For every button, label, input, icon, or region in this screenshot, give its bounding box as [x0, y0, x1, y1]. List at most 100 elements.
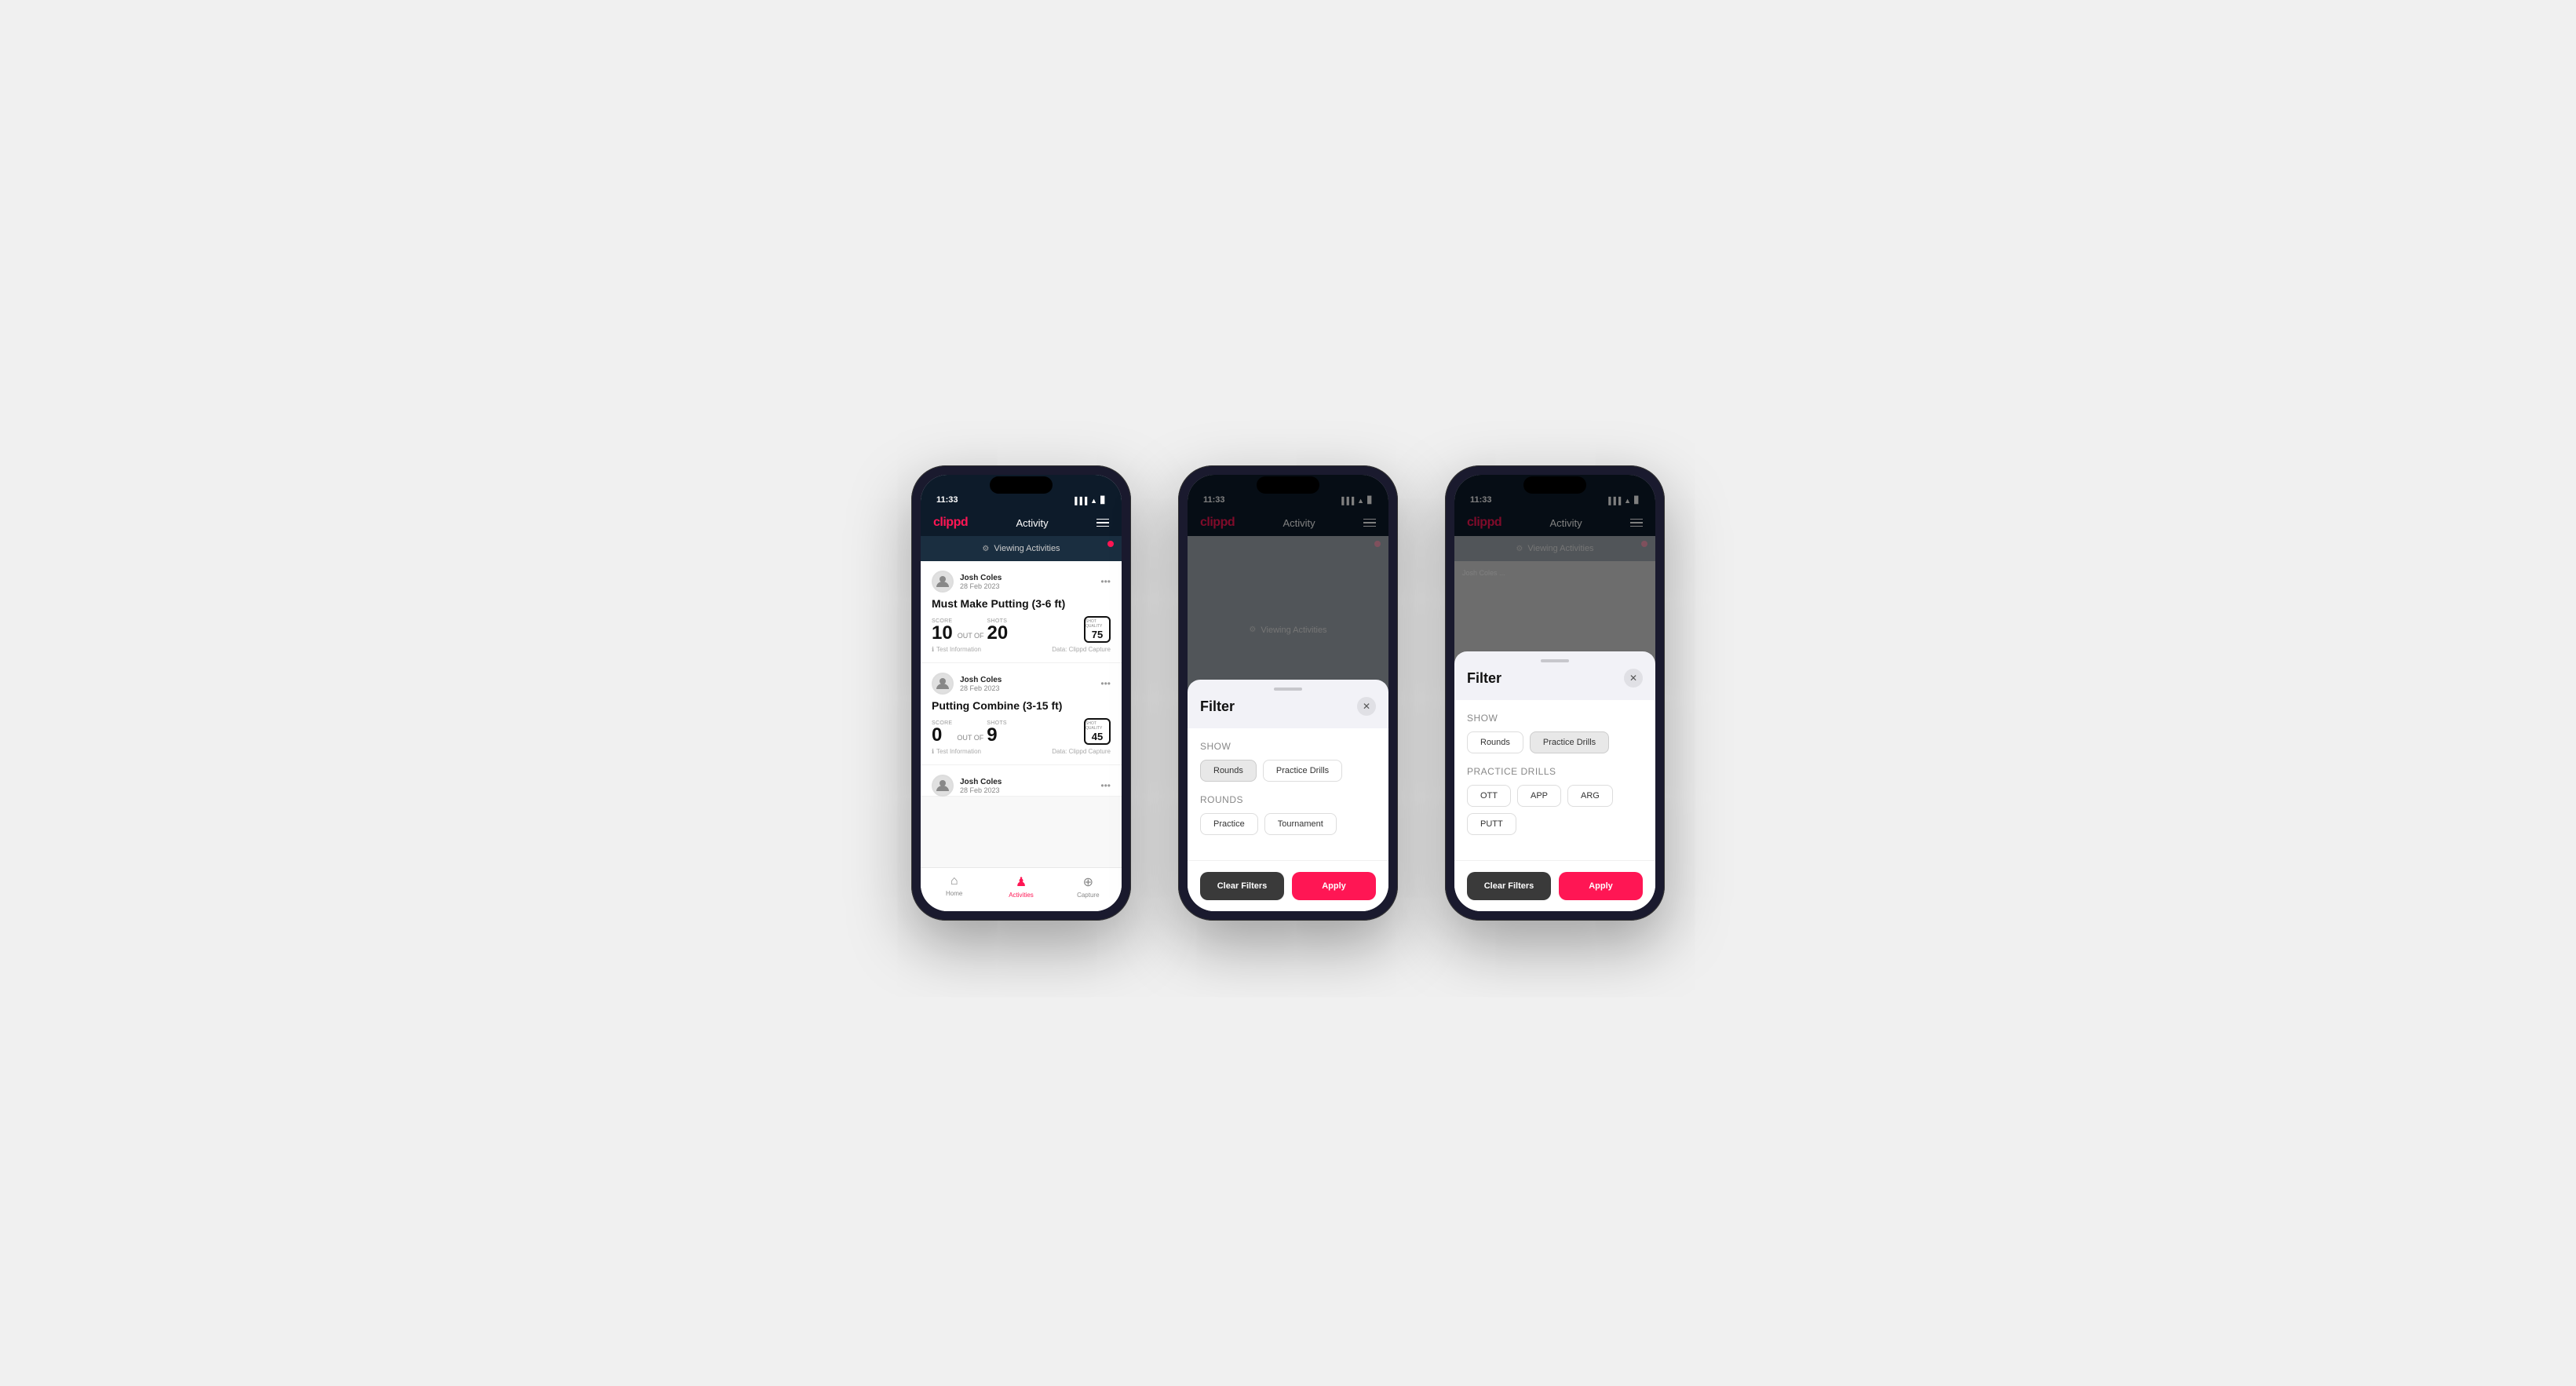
status-icons-1: ▐▐▐ ▲ ▊	[1072, 496, 1106, 505]
chip-practice-2[interactable]: Practice	[1200, 813, 1258, 835]
phone-2: 11:33 ▐▐▐ ▲ ▊ clippd Activity ⚙ Viewing …	[1178, 465, 1398, 921]
activity-card-3[interactable]: Josh Coles 28 Feb 2023 •••	[921, 765, 1122, 797]
phone-2-screen: 11:33 ▐▐▐ ▲ ▊ clippd Activity ⚙ Viewing …	[1188, 475, 1388, 911]
filter-title-3: Filter	[1467, 670, 1501, 687]
sq-label-1: Shot Quality	[1085, 619, 1109, 629]
activities-icon-1: ♟	[1016, 874, 1027, 890]
tab-home-1[interactable]: ⌂ Home	[921, 874, 987, 899]
chip-rounds-2[interactable]: Rounds	[1200, 760, 1257, 782]
more-dots-1[interactable]: •••	[1100, 576, 1111, 587]
chip-practice-drills-2[interactable]: Practice Drills	[1263, 760, 1342, 782]
chip-putt-3[interactable]: PUTT	[1467, 813, 1516, 835]
shots-value-2: 9	[987, 726, 1007, 745]
filter-header-3: Filter ✕	[1454, 666, 1655, 700]
data-source-1: Data: Clippd Capture	[1052, 646, 1111, 653]
filter-handle-bar-3	[1541, 659, 1569, 662]
drills-chips-3: OTT APP ARG PUTT	[1467, 785, 1643, 835]
phone-3: 11:33 ▐▐▐ ▲ ▊ clippd Activity ⚙ Viewing …	[1445, 465, 1665, 921]
filter-footer-3: Clear Filters Apply	[1454, 860, 1655, 911]
activity-title-1: Must Make Putting (3-6 ft)	[932, 597, 1111, 610]
filter-close-2[interactable]: ✕	[1357, 697, 1376, 716]
filter-body-2: Show Rounds Practice Drills Rounds Pract…	[1188, 728, 1388, 860]
notification-dot-1	[1107, 541, 1114, 547]
more-dots-2[interactable]: •••	[1100, 678, 1111, 689]
filter-close-3[interactable]: ✕	[1624, 669, 1643, 688]
activity-header-2: Josh Coles 28 Feb 2023 •••	[932, 673, 1111, 695]
nav-bar-1: clippd Activity	[921, 509, 1122, 536]
user-details-3: Josh Coles 28 Feb 2023	[960, 778, 1002, 794]
nav-title-1: Activity	[1016, 517, 1048, 529]
phone-3-screen: 11:33 ▐▐▐ ▲ ▊ clippd Activity ⚙ Viewing …	[1454, 475, 1655, 911]
user-info-3: Josh Coles 28 Feb 2023	[932, 775, 1002, 797]
out-of-2: OUT OF	[957, 734, 983, 742]
status-time-1: 11:33	[936, 495, 958, 505]
avatar-3	[932, 775, 954, 797]
shots-value-1: 20	[987, 624, 1009, 643]
clear-filters-btn-2[interactable]: Clear Filters	[1200, 872, 1284, 900]
filter-handle-bar-2	[1274, 688, 1302, 691]
show-label-3: Show	[1467, 713, 1643, 724]
user-info-1: Josh Coles 28 Feb 2023	[932, 571, 1002, 593]
avatar-2	[932, 673, 954, 695]
activity-stats-1: Score 10 OUT OF Shots 20 Shot Quality 75	[932, 616, 1111, 643]
apply-btn-2[interactable]: Apply	[1292, 872, 1376, 900]
score-group-2: Score 0	[932, 720, 952, 745]
filter-modal-3: Filter ✕ Show Rounds Practice Drills Pra…	[1454, 651, 1655, 911]
user-name-3: Josh Coles	[960, 778, 1002, 786]
test-info-1: ℹ Test Information	[932, 646, 981, 653]
clear-filters-btn-3[interactable]: Clear Filters	[1467, 872, 1551, 900]
activity-stats-2: Score 0 OUT OF Shots 9 Shot Quality 45	[932, 718, 1111, 745]
home-label-1: Home	[946, 890, 962, 897]
wifi-icon: ▲	[1090, 497, 1097, 505]
chip-ott-3[interactable]: OTT	[1467, 785, 1511, 807]
viewing-text-1: Viewing Activities	[994, 544, 1060, 553]
viewing-bar-1[interactable]: ⚙ Viewing Activities	[921, 536, 1122, 561]
shot-quality-1: Shot Quality 75	[1084, 616, 1111, 643]
user-info-2: Josh Coles 28 Feb 2023	[932, 673, 1002, 695]
more-dots-3[interactable]: •••	[1100, 780, 1111, 791]
tab-activities-1[interactable]: ♟ Activities	[987, 874, 1054, 899]
tab-capture-1[interactable]: ⊕ Capture	[1055, 874, 1122, 899]
activity-card-2[interactable]: Josh Coles 28 Feb 2023 ••• Putting Combi…	[921, 663, 1122, 765]
signal-icon: ▐▐▐	[1072, 497, 1087, 505]
test-info-2: ℹ Test Information	[932, 748, 981, 755]
user-details-1: Josh Coles 28 Feb 2023	[960, 574, 1002, 590]
show-label-2: Show	[1200, 741, 1376, 752]
rounds-chips-2: Practice Tournament	[1200, 813, 1376, 835]
chip-app-3[interactable]: APP	[1517, 785, 1561, 807]
activity-header-1: Josh Coles 28 Feb 2023 •••	[932, 571, 1111, 593]
data-source-2: Data: Clippd Capture	[1052, 748, 1111, 755]
dynamic-island	[990, 476, 1053, 494]
score-value-2: 0	[932, 726, 952, 745]
chip-practice-drills-3[interactable]: Practice Drills	[1530, 731, 1609, 753]
phone-1-screen: 11:33 ▐▐▐ ▲ ▊ clippd Activity ⚙ Viewing …	[921, 475, 1122, 911]
filter-overlay-2: Filter ✕ Show Rounds Practice Drills Rou…	[1188, 475, 1388, 911]
shots-group-2: Shots 9	[987, 720, 1007, 745]
out-of-1: OUT OF	[958, 632, 984, 640]
score-value-1: 10	[932, 624, 953, 643]
capture-icon-1: ⊕	[1083, 874, 1093, 890]
filter-body-3: Show Rounds Practice Drills Practice Dri…	[1454, 700, 1655, 860]
filter-footer-2: Clear Filters Apply	[1188, 860, 1388, 911]
apply-btn-3[interactable]: Apply	[1559, 872, 1643, 900]
info-text-1: Test Information	[936, 646, 981, 653]
home-icon-1: ⌂	[950, 874, 958, 888]
activity-card-1[interactable]: Josh Coles 28 Feb 2023 ••• Must Make Put…	[921, 561, 1122, 663]
filter-handle-2	[1188, 680, 1388, 694]
user-date-2: 28 Feb 2023	[960, 684, 1002, 692]
activity-footer-1: ℹ Test Information Data: Clippd Capture	[932, 646, 1111, 653]
user-name-2: Josh Coles	[960, 676, 1002, 684]
scene: 11:33 ▐▐▐ ▲ ▊ clippd Activity ⚙ Viewing …	[864, 418, 1712, 968]
filter-overlay-3: Filter ✕ Show Rounds Practice Drills Pra…	[1454, 475, 1655, 911]
activities-label-1: Activities	[1009, 892, 1034, 899]
chip-tournament-2[interactable]: Tournament	[1264, 813, 1337, 835]
chip-arg-3[interactable]: ARG	[1567, 785, 1613, 807]
hamburger-menu-1[interactable]	[1096, 519, 1109, 527]
capture-label-1: Capture	[1077, 892, 1099, 899]
user-date-3: 28 Feb 2023	[960, 786, 1002, 794]
filter-handle-3	[1454, 651, 1655, 666]
sq-value-1: 75	[1092, 629, 1103, 640]
chip-rounds-3[interactable]: Rounds	[1467, 731, 1523, 753]
filter-header-2: Filter ✕	[1188, 694, 1388, 728]
sq-value-2: 45	[1092, 731, 1103, 742]
